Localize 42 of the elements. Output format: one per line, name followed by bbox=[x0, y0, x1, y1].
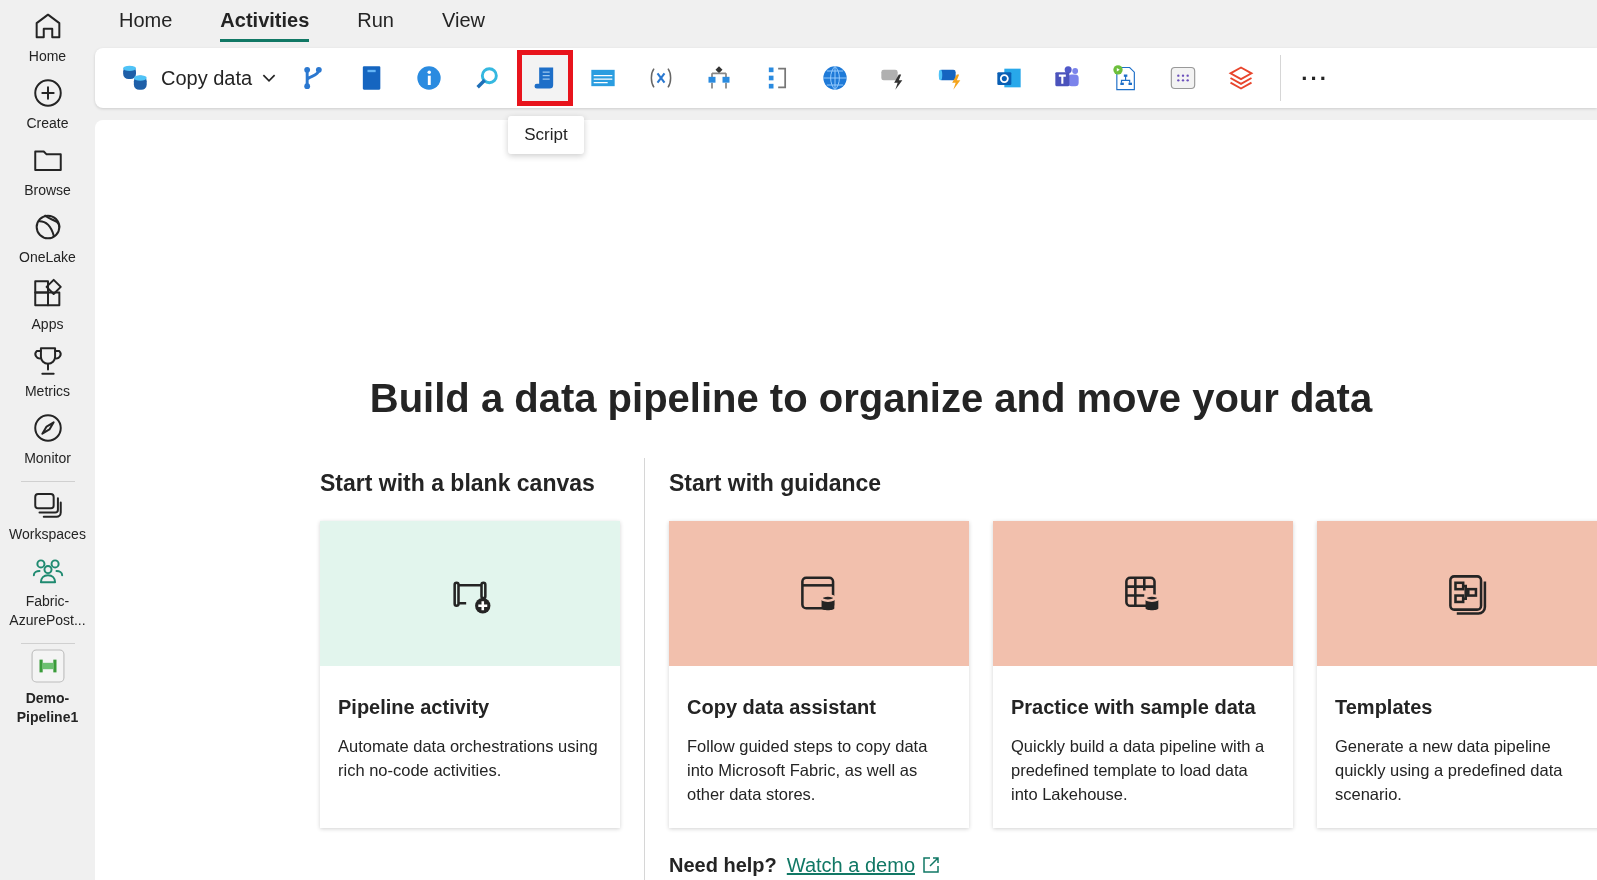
card[interactable]: Practice with sample data Quickly build a data pipeline with a predefined template to load data into Lakehouse. bbox=[993, 520, 1293, 828]
section-title: Start with guidance bbox=[669, 469, 883, 498]
sidebar-item[interactable]: Home bbox=[0, 8, 95, 75]
sidebar-item[interactable]: Browse bbox=[0, 142, 95, 209]
globe-icon bbox=[821, 64, 850, 92]
info-icon bbox=[415, 64, 444, 92]
chevron-down-icon bbox=[262, 73, 277, 83]
card-title: Pipeline activity bbox=[338, 694, 491, 720]
more-button[interactable]: ··· bbox=[1291, 56, 1340, 100]
card-description: Quickly build a data pipeline with a predefined template to load data into Lakehouse. bbox=[1011, 735, 1266, 805]
toolbar-button[interactable] bbox=[517, 50, 574, 106]
section-title: Start with a blank canvas bbox=[320, 469, 596, 498]
card-description: Follow guided steps to copy data into Microsoft Fabric, as well as other data stores. bbox=[687, 735, 929, 805]
sidebar-item[interactable]: Metrics bbox=[0, 343, 95, 410]
external-link-icon bbox=[921, 854, 941, 875]
card-title: Practice with sample data bbox=[1011, 694, 1257, 720]
sidebar-item[interactable]: Demo-Pipeline1 bbox=[0, 648, 95, 736]
tooltip: Script bbox=[508, 116, 584, 154]
sidebar-item[interactable]: Create bbox=[0, 75, 95, 142]
card-title: Copy data assistant bbox=[687, 694, 877, 720]
sidebar-item[interactable]: Apps bbox=[0, 276, 95, 343]
sidebar-item[interactable]: Workspaces bbox=[0, 486, 95, 553]
copy-data-button[interactable]: Copy data bbox=[121, 56, 277, 100]
menu-tab[interactable]: View bbox=[442, 0, 485, 42]
menu-tab[interactable]: Run bbox=[357, 0, 394, 42]
watch-demo-link[interactable]: Watch a demo bbox=[786, 849, 941, 880]
card[interactable]: Copy data assistant Follow guided steps to copy data into Microsoft Fabric, as well as other data stores. bbox=[669, 520, 969, 828]
card[interactable]: Templates Generate a new data pipeline quickly using a predefined data scenario. bbox=[1317, 520, 1597, 828]
menu-tab[interactable]: Activities bbox=[220, 0, 310, 42]
sidebar-item[interactable]: Fabric-AzurePost... bbox=[0, 553, 95, 639]
layers-icon bbox=[1227, 64, 1256, 92]
card[interactable]: Pipeline activity Automate data orchestrations using rich no-code activities. bbox=[320, 520, 620, 828]
pipeline-icon bbox=[30, 649, 65, 683]
card-description: Generate a new data pipeline quickly using a predefined data scenario. bbox=[1335, 735, 1564, 805]
card-description: Automate data orchestrations using rich no-code activities. bbox=[338, 735, 599, 781]
dot-grid-icon bbox=[1169, 64, 1198, 92]
help-label: Need help? bbox=[669, 852, 777, 878]
page-heading: Build a data pipeline to organize and move your data bbox=[369, 375, 1373, 422]
menu-tab[interactable]: Home bbox=[119, 0, 173, 42]
sidebar-item[interactable]: Monitor bbox=[0, 410, 95, 477]
sidebar-item[interactable]: OneLake bbox=[0, 209, 95, 276]
card-title: Templates bbox=[1335, 694, 1434, 720]
